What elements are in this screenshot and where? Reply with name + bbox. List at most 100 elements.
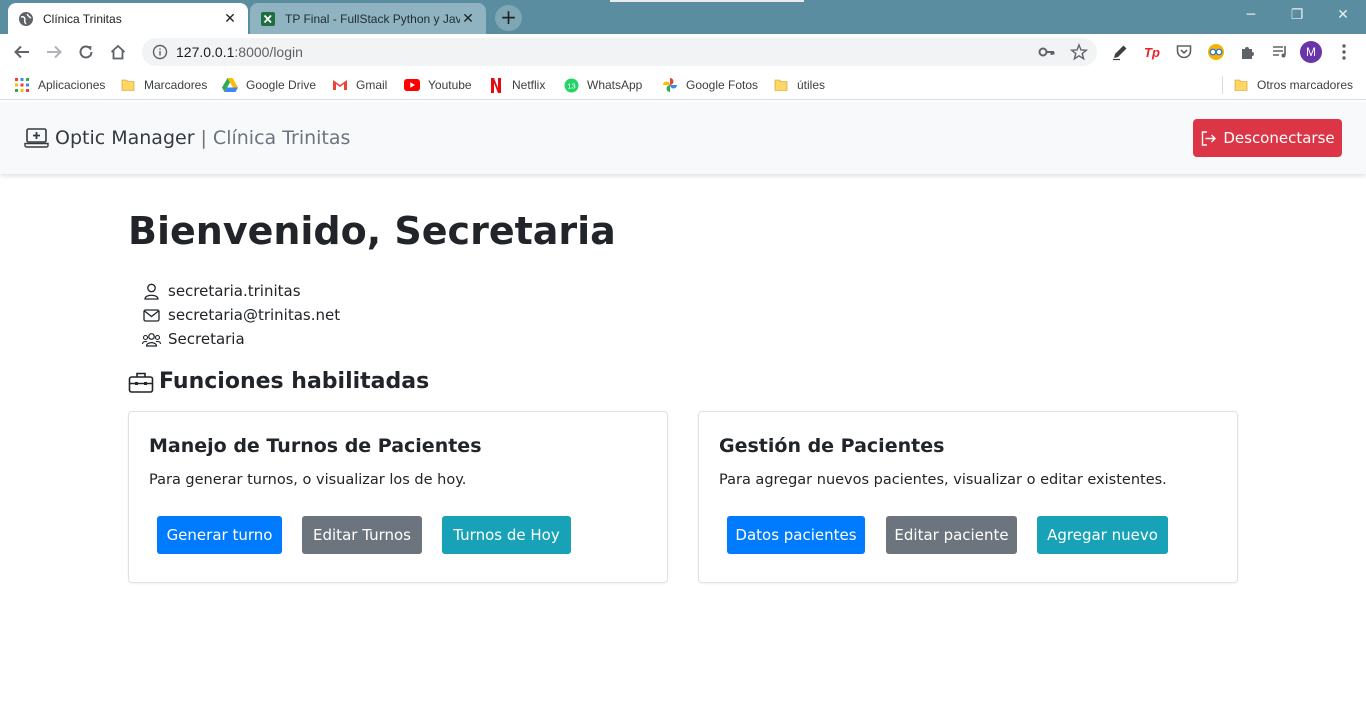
globe-icon: [19, 11, 33, 26]
generar-turno-button[interactable]: Generar turno: [157, 516, 282, 554]
bookmark-label: Aplicaciones: [38, 78, 106, 92]
bookmark-label: WhatsApp: [587, 78, 643, 92]
url-path: :8000/login: [234, 44, 303, 60]
card-text: Para generar turnos, o visualizar los de…: [149, 472, 467, 488]
back-button[interactable]: [10, 40, 34, 64]
google-photos-icon: [662, 77, 678, 93]
svg-text:13: 13: [567, 81, 575, 90]
browser-tabstrip: Clínica Trinitas ✕ TP Final - FullStack …: [0, 0, 1366, 34]
home-button[interactable]: [106, 40, 130, 64]
bookmark-google-fotos[interactable]: Google Fotos: [662, 76, 758, 94]
bookmark-netflix[interactable]: Netflix: [488, 76, 545, 94]
email-text: secretaria@trinitas.net: [168, 306, 341, 324]
pen-extension-icon[interactable]: [1110, 42, 1130, 62]
functions-heading: Funciones habilitadas: [128, 369, 429, 394]
agregar-nuevo-button[interactable]: Agregar nuevo: [1037, 516, 1168, 554]
tabstrip-indicator: [610, 0, 804, 2]
brand-name: Optic Manager: [55, 127, 195, 149]
navbar: Optic Manager | Clínica Trinitas Descone…: [0, 103, 1366, 174]
gmail-icon: [332, 77, 348, 93]
info-icon: [152, 44, 168, 60]
sign-out-icon: [1202, 130, 1217, 146]
close-tab-icon[interactable]: ✕: [222, 10, 238, 27]
folder-icon: [1233, 77, 1249, 93]
bookmark-google-drive[interactable]: Google Drive: [222, 76, 316, 94]
pocket-extension-icon[interactable]: [1174, 42, 1194, 62]
netflix-icon: [488, 77, 504, 93]
bookmark-label: Google Fotos: [686, 78, 759, 92]
url-text: 127.0.0.1:8000/login: [176, 44, 303, 60]
turnos-de-hoy-button[interactable]: Turnos de Hoy: [442, 516, 571, 554]
bookmarks-divider: [1222, 76, 1223, 94]
arrow-left-icon: [14, 45, 29, 59]
address-bar[interactable]: 127.0.0.1:8000/login: [142, 38, 1097, 66]
close-window-button[interactable]: ✕: [1320, 0, 1366, 30]
bookmark-whatsapp[interactable]: 13 WhatsApp: [563, 76, 642, 94]
close-tab-icon[interactable]: ✕: [460, 10, 476, 27]
profile-avatar[interactable]: M: [1300, 41, 1322, 63]
reload-icon: [79, 45, 93, 59]
folder-icon: [773, 77, 789, 93]
tab-title: Clínica Trinitas: [43, 11, 122, 26]
apps-grid-icon: [14, 77, 30, 93]
bookmarks-bar: Aplicaciones Marcadores Google Drive Gma…: [0, 70, 1366, 100]
bookmark-label: Otros marcadores: [1257, 78, 1354, 92]
bookmark-youtube[interactable]: Youtube: [404, 76, 472, 94]
browser-toolbar: 127.0.0.1:8000/login Tp M: [0, 34, 1366, 70]
page-content: Optic Manager | Clínica Trinitas Descone…: [0, 103, 1366, 720]
bookmark-label: Google Drive: [246, 78, 317, 92]
bookmark-label: Youtube: [428, 78, 472, 92]
forward-button[interactable]: [42, 40, 66, 64]
arrow-right-icon: [47, 45, 62, 59]
excel-icon: [261, 11, 275, 26]
card-title: Manejo de Turnos de Pacientes: [149, 435, 482, 457]
card-text: Para agregar nuevos pacientes, visualiza…: [719, 472, 1167, 488]
restore-button[interactable]: ❐: [1274, 0, 1320, 30]
new-tab-button[interactable]: +: [495, 5, 522, 31]
tab-clinica-trinitas[interactable]: Clínica Trinitas ✕: [8, 3, 248, 34]
toolbox-icon: [128, 372, 154, 393]
google-drive-icon: [222, 77, 238, 93]
username-text: secretaria.trinitas: [168, 282, 301, 300]
bookmark-aplicaciones[interactable]: Aplicaciones: [14, 76, 105, 94]
welcome-heading: Bienvenido, Secretaria: [128, 209, 616, 253]
envelope-icon: [143, 308, 160, 322]
user-role: Secretaria: [142, 330, 245, 348]
user-email: secretaria@trinitas.net: [142, 306, 340, 324]
brand-separator: |: [200, 127, 207, 149]
bookmark-label: Gmail: [356, 78, 388, 92]
bookmark-otros-marcadores[interactable]: Otros marcadores: [1233, 76, 1353, 94]
bookmark-label: Marcadores: [144, 78, 208, 92]
bookmark-marcadores[interactable]: Marcadores: [120, 76, 207, 94]
person-icon: [144, 283, 159, 300]
card-title: Gestión de Pacientes: [719, 435, 945, 457]
logout-button[interactable]: Desconectarse: [1193, 119, 1342, 157]
brand-clinic: Clínica Trinitas: [212, 127, 351, 149]
url-host: 127.0.0.1: [176, 44, 235, 60]
bookmark-label: útiles: [797, 78, 826, 92]
star-icon[interactable]: [1070, 43, 1088, 61]
datos-pacientes-button[interactable]: Datos pacientes: [727, 516, 865, 554]
minimize-button[interactable]: ─: [1228, 0, 1274, 30]
kebab-menu-icon[interactable]: [1334, 42, 1354, 62]
editar-turnos-button[interactable]: Editar Turnos: [302, 516, 422, 554]
folder-icon: [120, 77, 136, 93]
card-turnos: Manejo de Turnos de Pacientes Para gener…: [128, 411, 668, 583]
tp-extension-icon[interactable]: Tp: [1142, 42, 1162, 62]
tab-tp-final[interactable]: TP Final - FullStack Python y Java ✕: [250, 3, 486, 34]
editar-paciente-button[interactable]: Editar paciente: [886, 516, 1017, 554]
reload-button[interactable]: [74, 40, 98, 64]
functions-title: Funciones habilitadas: [159, 369, 430, 394]
key-icon[interactable]: [1038, 44, 1056, 60]
puzzle-extensions-icon[interactable]: [1238, 42, 1258, 62]
navbar-brand[interactable]: Optic Manager | Clínica Trinitas: [24, 127, 350, 149]
glasses-extension-icon[interactable]: [1206, 42, 1226, 62]
user-username: secretaria.trinitas: [142, 282, 301, 300]
card-pacientes: Gestión de Pacientes Para agregar nuevos…: [698, 411, 1238, 583]
bookmark-gmail[interactable]: Gmail: [332, 76, 387, 94]
laptop-medical-icon: [24, 128, 49, 148]
bookmark-utiles[interactable]: útiles: [773, 76, 825, 94]
bookmark-label: Netflix: [512, 78, 546, 92]
media-queue-icon[interactable]: [1270, 42, 1290, 62]
whatsapp-icon: 13: [563, 77, 579, 93]
